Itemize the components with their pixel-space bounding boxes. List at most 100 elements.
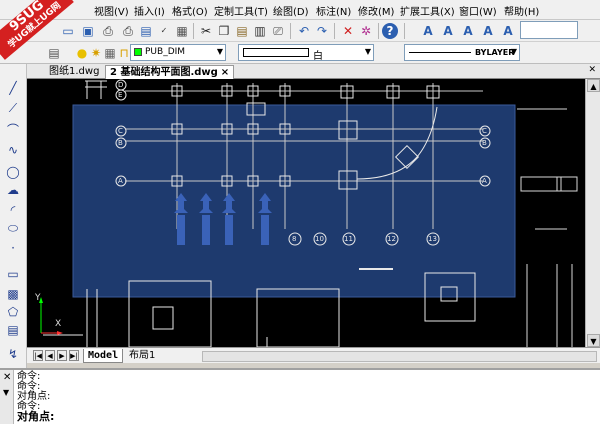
spline-icon[interactable]: ∿ (5, 142, 21, 158)
menu-dimension[interactable]: 标注(N) (316, 3, 351, 18)
grid-bubble-labels: D E C B A C B A 8 10 11 12 13 (27, 79, 585, 347)
undo-icon[interactable]: ↶ (296, 23, 312, 39)
spell-check-icon[interactable]: ✓ (156, 23, 172, 39)
axis-label-e: E (118, 91, 123, 99)
command-window: ✕ ▼ 命令: 命令: 对角点: 命令: 对角点: (0, 368, 600, 424)
paste-special-icon[interactable]: ▥ (252, 23, 268, 39)
axis-label-11: 11 (344, 235, 353, 243)
match-icon[interactable]: ▦ (174, 23, 190, 39)
revcloud-icon[interactable]: ☁ (5, 182, 21, 198)
axis-label-b: B (118, 139, 123, 147)
axis-label-10: 10 (315, 235, 324, 243)
axis-label-c-right: C (482, 127, 487, 135)
close-icon[interactable]: ✕ (588, 65, 596, 75)
color-value: 白 (313, 51, 323, 62)
layer-color-swatch (134, 48, 142, 56)
text-style-icon[interactable]: A (420, 23, 436, 39)
properties-toolbar: ▤ ● ✷ ▦ ⊓ PUB_DIM ▼ 白 ▼ BYLAYER ▼ (0, 42, 600, 64)
axis-label-12: 12 (387, 235, 396, 243)
scroll-up-icon[interactable]: ▲ (587, 79, 600, 92)
tab-model[interactable]: Model (83, 349, 124, 363)
tab-foundation-plan[interactable]: 2 基础结构平面图.dwg × (105, 65, 235, 79)
new-file-icon[interactable]: ▭ (60, 23, 76, 39)
tab-drawing1[interactable]: 图纸1.dwg (45, 65, 103, 79)
menu-bar: 视图(V) 插入(I) 格式(O) 定制工具(T) 绘图(D) 标注(N) 修改… (0, 0, 600, 20)
copy-icon[interactable]: ❐ (216, 23, 232, 39)
menu-help[interactable]: 帮助(H) (504, 3, 539, 18)
style-input[interactable] (520, 21, 578, 39)
hatch-icon[interactable]: ▩ (5, 286, 21, 302)
text-edit-icon[interactable]: A (440, 23, 456, 39)
layer-dropdown[interactable]: PUB_DIM ▼ (130, 44, 226, 61)
toolbar-separator (404, 23, 405, 39)
menu-window[interactable]: 窗口(W) (459, 3, 497, 18)
ellipse-icon[interactable]: ⬭ (5, 220, 21, 236)
toolbar-separator (290, 23, 291, 39)
menu-custom-tools[interactable]: 定制工具(T) (214, 3, 268, 18)
rectangle-icon[interactable]: ▭ (5, 266, 21, 282)
menu-view[interactable]: 视图(V) (94, 3, 129, 18)
menu-insert[interactable]: 插入(I) (134, 3, 165, 18)
prev-layout-icon[interactable]: ◀ (45, 350, 55, 361)
linetype-value: BYLAYER (475, 48, 515, 57)
ucs-icon[interactable]: ↯ (5, 346, 21, 362)
command-history: 命令: 命令: 对角点: 命令: 对角点: (17, 372, 54, 423)
axis-label-13: 13 (428, 235, 437, 243)
horizontal-scrollbar[interactable] (202, 351, 597, 362)
axis-label-d: D (118, 81, 124, 89)
layer-name: PUB_DIM (145, 47, 186, 57)
axis-label-b-right: B (482, 139, 487, 147)
document-tab-bar: 图纸1.dwg 2 基础结构平面图.dwg × ✕ (27, 64, 600, 79)
arc-icon[interactable]: ⌒ (5, 122, 21, 138)
chevron-down-icon: ▼ (216, 47, 223, 56)
chevron-down-icon[interactable]: ▼ (3, 388, 9, 397)
text-find-icon[interactable]: A (460, 23, 476, 39)
linetype-dropdown[interactable]: BYLAYER ▼ (404, 44, 520, 61)
menu-format[interactable]: 格式(O) (172, 3, 208, 18)
print-preview-icon[interactable]: ⎙ (120, 23, 136, 39)
erase-icon[interactable]: ✕ (340, 23, 356, 39)
tab-layout1[interactable]: 布局1 (125, 349, 159, 363)
next-layout-icon[interactable]: ▶ (57, 350, 67, 361)
help-icon[interactable]: ? (382, 23, 398, 39)
toolbar-separator (378, 23, 379, 39)
menu-modify[interactable]: 修改(M) (358, 3, 394, 18)
point-icon[interactable]: · (5, 240, 21, 256)
paste-icon[interactable]: ▤ (234, 23, 250, 39)
last-layout-icon[interactable]: ▶| (69, 350, 79, 361)
ellipse-arc-icon[interactable]: ◜ (5, 202, 21, 218)
region-icon[interactable]: ⬠ (5, 304, 21, 320)
menu-extend-tools[interactable]: 扩展工具(X) (400, 3, 455, 18)
vertical-scrollbar[interactable]: ▲ ▼ (585, 79, 600, 347)
axis-label-a-right: A (482, 177, 487, 185)
line-icon[interactable]: ╱ (5, 80, 21, 96)
scroll-down-icon[interactable]: ▼ (587, 334, 600, 347)
print-icon[interactable]: ⎙ (100, 23, 116, 39)
color-swatch (243, 48, 309, 57)
chevron-down-icon: ▼ (364, 47, 371, 56)
close-icon[interactable]: ✕ (3, 372, 11, 383)
close-icon[interactable]: × (221, 67, 229, 78)
save-icon[interactable]: ▣ (80, 23, 96, 39)
linetype-preview (409, 52, 471, 53)
menu-draw[interactable]: 绘图(D) (273, 3, 309, 18)
text-justify-icon[interactable]: A (500, 23, 516, 39)
redo-icon[interactable]: ↷ (314, 23, 330, 39)
first-layout-icon[interactable]: |◀ (33, 350, 43, 361)
toolbar-separator (334, 23, 335, 39)
polyline-icon[interactable]: ⟋ (5, 100, 21, 116)
axis-label-8: 8 (292, 235, 297, 243)
cut-icon[interactable]: ✂ (198, 23, 214, 39)
text-scale-icon[interactable]: A (480, 23, 496, 39)
publish-icon[interactable]: ▤ (138, 23, 154, 39)
color-dropdown[interactable]: 白 ▼ (238, 44, 374, 62)
layer-manager-icon[interactable]: ▤ (46, 45, 62, 61)
drawing-canvas[interactable]: Y X D E C B A C B A 8 10 11 12 13 (27, 79, 585, 347)
purge-icon[interactable]: ✲ (358, 23, 374, 39)
table-icon[interactable]: ▤ (5, 322, 21, 338)
command-prompt[interactable]: 对角点: (17, 411, 54, 422)
circle-icon[interactable]: ◯ (5, 164, 21, 180)
draw-toolbar: ╱ ⟋ ⌒ ∿ ◯ ☁ ◜ ⬭ · ▭ ▩ ⬠ ▤ ↯ (0, 64, 27, 368)
command-window-handle[interactable]: ✕ ▼ (0, 370, 14, 424)
match-properties-icon[interactable]: ⎚ (270, 23, 286, 39)
